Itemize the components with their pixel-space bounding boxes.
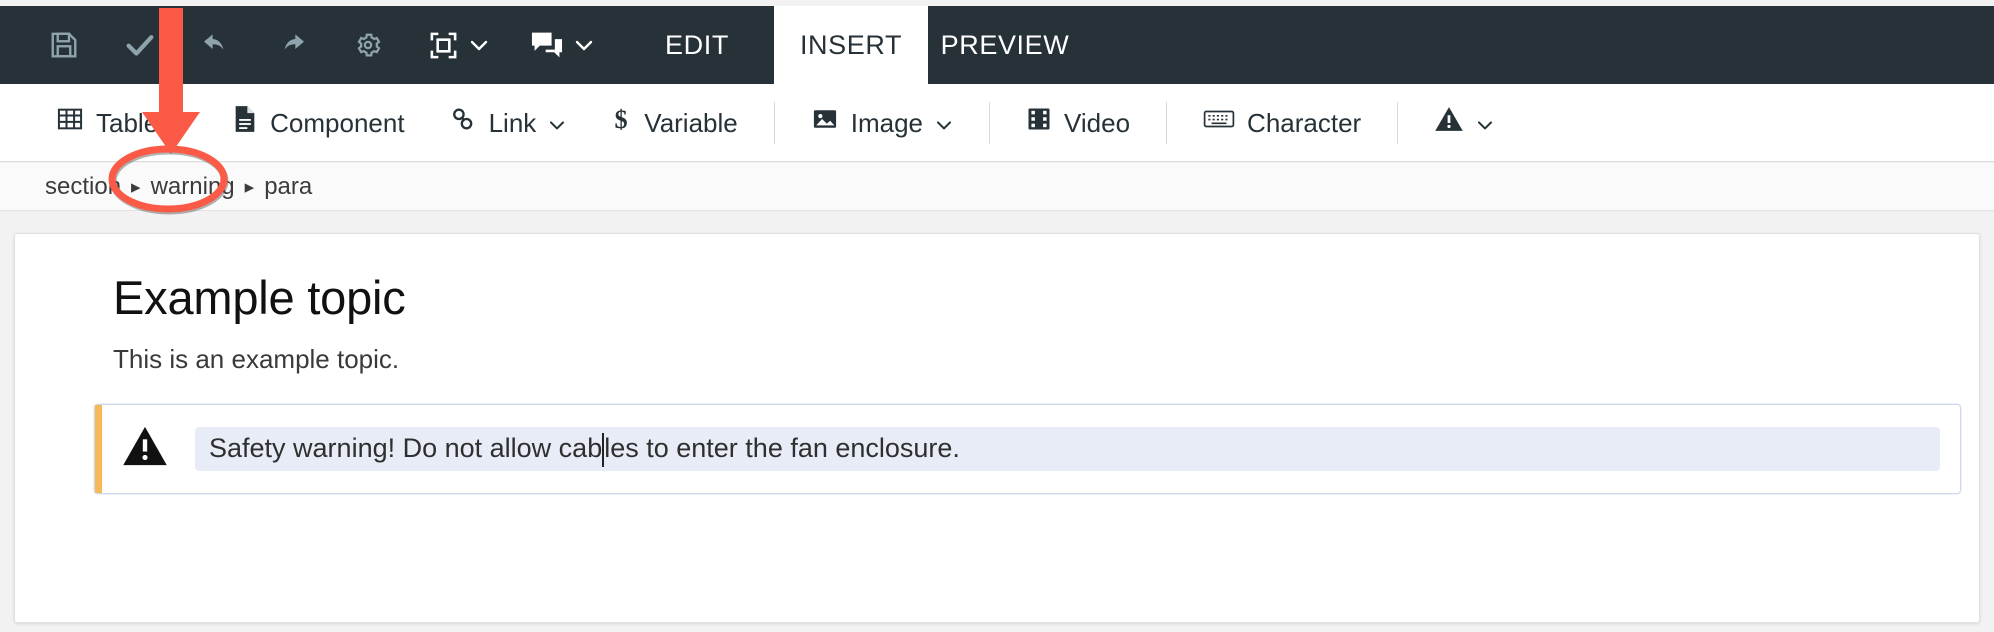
insert-image-button[interactable]: Image (789, 84, 975, 162)
toolbar-divider (989, 101, 991, 144)
link-icon (449, 105, 477, 140)
warning-icon-cell (95, 425, 195, 472)
save-icon (49, 30, 79, 60)
application-window: EDIT INSERT PREVIEW Table Component Link… (0, 0, 1994, 632)
page-title: Example topic (113, 271, 406, 324)
fullscreen-button[interactable] (406, 6, 510, 84)
breadcrumb-item-para[interactable]: para (262, 173, 314, 201)
insert-group-primary: Table Component Link $ Variable (0, 84, 760, 162)
settings-button[interactable] (330, 6, 406, 84)
insert-group-character: Character (1181, 84, 1383, 162)
toolbar-divider (1166, 101, 1168, 144)
insert-component-button[interactable]: Component (210, 84, 426, 162)
insert-link-button[interactable]: Link (427, 84, 589, 162)
text-cursor (602, 432, 605, 467)
chevron-down-icon (170, 107, 188, 138)
insert-table-label: Table (96, 107, 159, 138)
video-icon (1026, 105, 1052, 140)
top-toolbar: EDIT INSERT PREVIEW (0, 6, 1994, 84)
comments-button[interactable] (510, 6, 614, 84)
tab-edit[interactable]: EDIT (620, 6, 774, 84)
warning-text-after-caret: les to enter the fan enclosure. (604, 433, 960, 464)
insert-group-image: Image (789, 84, 975, 162)
chevron-down-icon (1476, 107, 1494, 138)
insert-video-label: Video (1064, 107, 1131, 138)
insert-video-button[interactable]: Video (1004, 84, 1152, 162)
warning-triangle-icon (122, 425, 168, 472)
breadcrumb-separator-icon: ▸ (131, 177, 141, 198)
insert-character-label: Character (1247, 107, 1362, 138)
svg-text:$: $ (615, 105, 628, 134)
check-icon (123, 28, 157, 62)
warning-text-before-caret: Safety warning! Do not allow cab (209, 433, 603, 464)
document-canvas: Example topic This is an example topic. … (0, 212, 1994, 632)
undo-icon (200, 29, 232, 61)
insert-variable-label: Variable (644, 107, 738, 138)
warning-text-field[interactable]: Safety warning! Do not allow cab les to e… (195, 426, 1940, 471)
insert-table-button[interactable]: Table (34, 84, 210, 162)
redo-icon (276, 29, 308, 61)
fullscreen-icon (428, 30, 459, 61)
gear-icon (353, 30, 383, 60)
table-icon (56, 105, 84, 140)
mode-tabs: EDIT INSERT PREVIEW (620, 6, 1082, 84)
chevron-down-icon (935, 107, 953, 138)
insert-warning-button[interactable] (1412, 84, 1516, 162)
keyboard-icon (1203, 107, 1235, 138)
breadcrumb-item-warning[interactable]: warning (149, 173, 237, 201)
undo-button[interactable] (178, 6, 254, 84)
chevron-down-icon (548, 107, 566, 138)
redo-button[interactable] (254, 6, 330, 84)
document-page[interactable]: Example topic This is an example topic. … (14, 233, 1980, 623)
top-toolbar-icon-group (0, 6, 614, 84)
toolbar-divider (1397, 101, 1399, 144)
chevron-down-icon (469, 38, 489, 52)
tab-preview[interactable]: PREVIEW (928, 6, 1082, 84)
validate-button[interactable] (102, 6, 178, 84)
insert-variable-button[interactable]: $ Variable (588, 84, 759, 162)
insert-image-label: Image (850, 107, 924, 138)
tab-insert[interactable]: INSERT (774, 6, 928, 84)
image-icon (811, 105, 839, 140)
breadcrumb-item-section[interactable]: section (43, 173, 123, 201)
warning-triangle-icon (1434, 105, 1464, 140)
insert-link-label: Link (488, 107, 537, 138)
warning-accent-bar (95, 404, 102, 493)
comments-icon (530, 30, 564, 60)
component-icon (232, 105, 258, 140)
chevron-down-icon (574, 38, 594, 52)
intro-paragraph: This is an example topic. (113, 343, 400, 374)
insert-character-button[interactable]: Character (1181, 84, 1383, 162)
insert-group-video: Video (1004, 84, 1152, 162)
insert-component-label: Component (270, 107, 405, 138)
variable-icon: $ (610, 104, 632, 141)
breadcrumb-separator-icon: ▸ (244, 177, 255, 198)
warning-admonition[interactable]: Safety warning! Do not allow cab les to e… (94, 403, 1961, 494)
insert-toolbar: Table Component Link $ Variable Image Vi… (0, 84, 1994, 162)
toolbar-divider (773, 101, 775, 144)
insert-group-admonition (1412, 84, 1516, 162)
breadcrumb: section ▸ warning ▸ para (0, 163, 1994, 211)
save-button[interactable] (26, 6, 102, 84)
